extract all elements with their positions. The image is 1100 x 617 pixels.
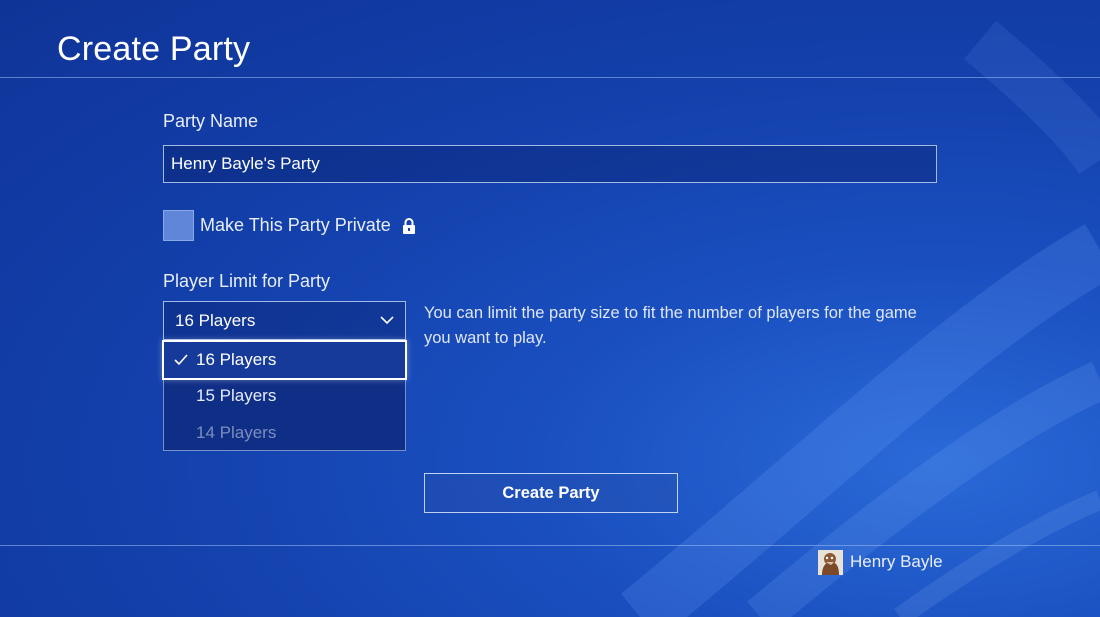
avatar: [818, 550, 843, 575]
page-title: Create Party: [57, 30, 251, 68]
player-limit-hint: You can limit the party size to fit the …: [424, 304, 917, 347]
party-name-label: Party Name: [163, 111, 259, 131]
footer-divider: [0, 545, 1100, 546]
header-divider: [0, 77, 1100, 78]
player-limit-option-16[interactable]: 16 Players: [162, 340, 407, 380]
create-party-button[interactable]: Create Party: [424, 473, 678, 513]
create-party-screen: Create Party Party Name Henry Bayle's Pa…: [0, 0, 1100, 617]
private-party-checkbox[interactable]: [163, 210, 194, 241]
user-name: Henry Bayle: [850, 552, 943, 571]
private-party-label[interactable]: Make This Party Private: [200, 215, 391, 236]
checkmark-icon: [174, 354, 188, 366]
player-limit-label: Player Limit for Party: [163, 271, 331, 291]
player-limit-option-14[interactable]: 14 Players: [164, 414, 405, 450]
player-limit-option-15[interactable]: 15 Players: [164, 377, 405, 414]
player-limit-select[interactable]: 16 Players: [163, 301, 406, 340]
lock-icon: [403, 218, 415, 234]
chevron-down-icon: [380, 316, 394, 325]
player-limit-selected-value: 16 Players: [175, 311, 256, 330]
party-name-input[interactable]: Henry Bayle's Party: [163, 145, 937, 183]
